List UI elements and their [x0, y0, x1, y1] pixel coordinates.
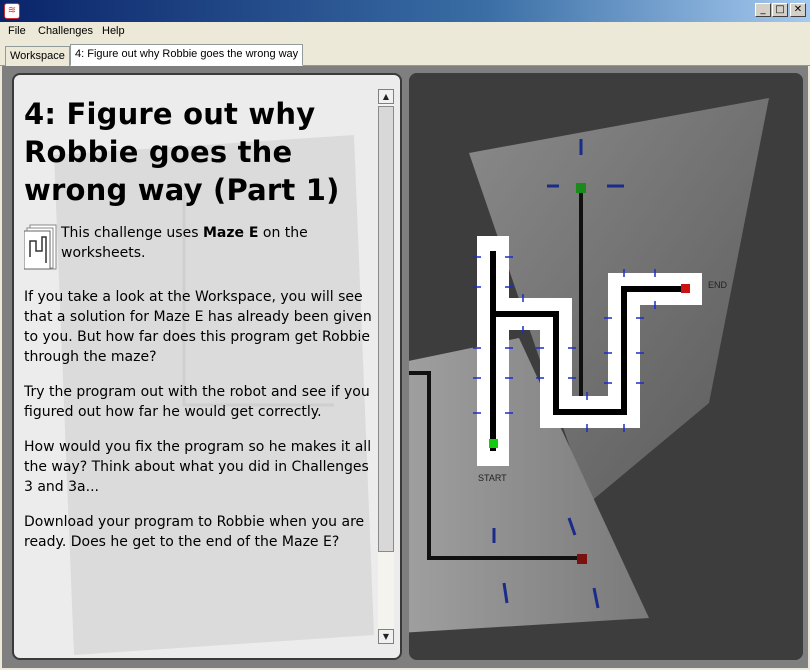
scroll-down-button[interactable]: ▼ [378, 629, 394, 644]
challenge-title: 4: Figure out why Robbie goes the wrong … [24, 97, 340, 207]
intro-maze-name: Maze E [202, 225, 259, 241]
close-button[interactable]: ✕ [790, 3, 806, 17]
front-sheet-end-marker [577, 554, 587, 564]
vertical-scrollbar[interactable]: ▲ ▼ [378, 89, 394, 644]
intro-line: This challenge uses Maze E on the worksh… [24, 223, 374, 271]
back-sheet-start-marker [576, 183, 586, 193]
start-label: START [478, 473, 507, 483]
maze-canvas: START END [409, 73, 803, 660]
paragraph-1: If you take a look at the Workspace, you… [24, 289, 372, 365]
tab-workspace[interactable]: Workspace [5, 46, 70, 66]
menu-bar: File Challenges Help [0, 22, 810, 42]
tab-strip: Workspace 4: Figure out why Robbie goes … [0, 42, 810, 66]
paragraph-3: How would you fix the program so he make… [24, 439, 372, 495]
end-marker [681, 284, 690, 293]
menu-help[interactable]: Help [102, 25, 125, 37]
scroll-thumb[interactable] [378, 106, 394, 552]
maze-panel: START END [409, 73, 803, 660]
app-icon[interactable]: ≋ [4, 3, 20, 19]
paragraph-4: Download your program to Robbie when you… [24, 514, 365, 550]
minimize-button[interactable]: _ [755, 3, 771, 17]
title-bar: ≋ _ □ ✕ [0, 0, 810, 22]
challenge-document: 4: Figure out why Robbie goes the wrong … [24, 95, 374, 655]
scroll-up-button[interactable]: ▲ [378, 89, 394, 104]
content-area: 4: Figure out why Robbie goes the wrong … [2, 66, 808, 668]
end-label: END [708, 280, 728, 290]
start-marker [489, 439, 498, 448]
challenge-panel: 4: Figure out why Robbie goes the wrong … [12, 73, 402, 660]
intro-prefix: This challenge uses [61, 225, 203, 241]
maximize-button[interactable]: □ [772, 3, 788, 17]
tab-challenge-4[interactable]: 4: Figure out why Robbie goes the wrong … [70, 44, 304, 66]
menu-file[interactable]: File [8, 25, 26, 37]
menu-challenges[interactable]: Challenges [38, 25, 93, 37]
paragraph-2: Try the program out with the robot and s… [24, 384, 370, 420]
worksheet-icon [24, 224, 57, 270]
